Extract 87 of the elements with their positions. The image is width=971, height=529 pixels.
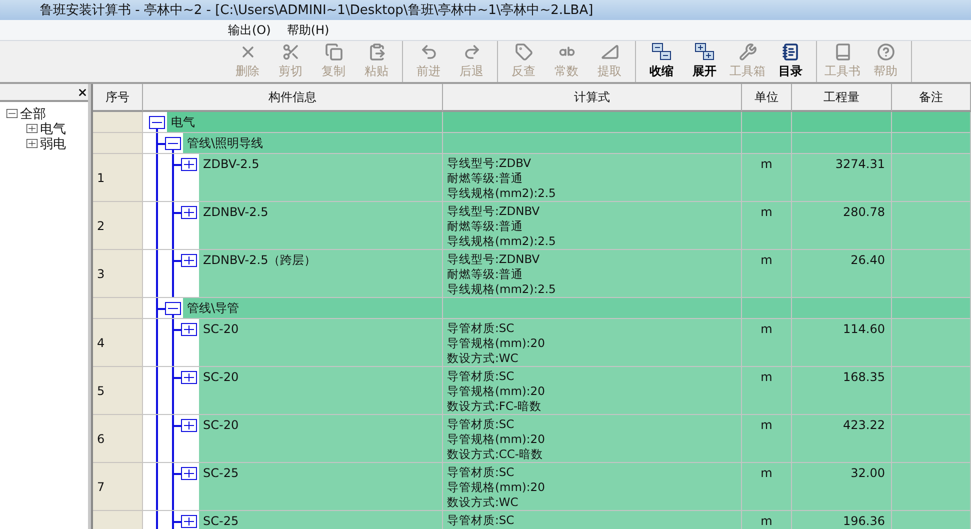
expand-box-icon[interactable] — [181, 254, 197, 267]
wrench-icon — [738, 43, 756, 61]
expand-box-icon[interactable] — [181, 158, 197, 171]
unit-cell: m — [742, 319, 792, 367]
collapse-box-icon[interactable] — [165, 302, 181, 315]
component-name: SC-20 — [199, 415, 442, 462]
unit-cell: m — [742, 463, 792, 511]
row-number: 1 — [93, 154, 143, 202]
expand-box-icon[interactable] — [181, 371, 197, 384]
quantity-cell: 26.40 — [792, 250, 892, 298]
formula-cell: 导线型号:ZDNBV 耐燃等级:普通 导线规格(mm2):2.5 — [443, 202, 742, 250]
toolbar-button[interactable]: 展开 — [683, 41, 726, 82]
row-number: 2 — [93, 202, 143, 250]
unit-cell: m — [742, 511, 792, 529]
expand-icon — [694, 43, 714, 61]
toolbar-button[interactable]: 目录 — [769, 41, 812, 82]
component-name: SC-25 — [199, 463, 442, 510]
row-number: 6 — [93, 415, 143, 463]
collapse-box-icon[interactable] — [6, 109, 18, 118]
component-name: SC-20 — [199, 319, 442, 366]
redo-arrow-icon — [462, 43, 480, 61]
tag-icon — [514, 43, 532, 61]
unit-cell — [742, 133, 792, 154]
toolbar-button[interactable]: 收缩 — [640, 41, 683, 82]
quantity-cell: 32.00 — [792, 463, 892, 511]
expand-box-icon[interactable] — [181, 467, 197, 480]
component-name: ZDBV-2.5 — [199, 154, 442, 201]
row-number: 3 — [93, 250, 143, 298]
component-name: SC-20 — [199, 367, 442, 414]
expand-box-icon[interactable] — [181, 206, 197, 219]
tree-item[interactable]: 弱电 — [40, 134, 66, 152]
component-name: ZDNBV-2.5 — [199, 202, 442, 249]
window-title: 鲁班安装计算书 - 亭林中~2 - [C:\Users\ADMINI~1\Desktop\鲁班\亭林中~1\亭林中~2.LBA] — [40, 2, 594, 19]
component-name: 管线\照明导线 — [183, 133, 442, 153]
component-name: ZDNBV-2.5（跨层） — [199, 250, 442, 297]
row-number: 7 — [93, 463, 143, 511]
clipboard-icon — [368, 43, 386, 61]
unit-cell — [742, 112, 792, 133]
notebook-icon — [782, 43, 800, 61]
column-header[interactable]: 构件信息 — [143, 84, 443, 112]
expand-box-icon[interactable] — [181, 515, 197, 528]
column-header[interactable]: 备注 — [892, 84, 971, 112]
component-name: SC-25 — [199, 511, 442, 529]
collapse-box-icon[interactable] — [165, 137, 181, 150]
quantity-cell: 196.36 — [792, 511, 892, 529]
formula-cell: 导管材质:SC 导管规格(mm):20 数设方式:CC-暗数 — [443, 415, 742, 463]
unit-cell: m — [742, 415, 792, 463]
collapse-icon — [652, 43, 672, 61]
unit-cell — [742, 298, 792, 319]
unit-cell: m — [742, 202, 792, 250]
collapse-box-icon[interactable] — [149, 116, 165, 129]
scissors-icon — [282, 43, 300, 61]
formula-cell: 导线型号:ZDNBV 耐燃等级:普通 导线规格(mm2):2.5 — [443, 250, 742, 298]
formula-cell: 导管材质:SC 导管规格(mm):20 数设方式:WC — [443, 463, 742, 511]
undo-arrow-icon — [420, 43, 438, 61]
expand-box-icon[interactable] — [181, 419, 197, 432]
component-name: 电气 — [167, 112, 442, 132]
menu-item[interactable]: 输出(O) — [222, 20, 277, 40]
menu-item[interactable]: 帮助(H) — [280, 20, 336, 40]
row-number: 5 — [93, 367, 143, 415]
column-header[interactable]: 计算式 — [443, 84, 742, 112]
tree-item[interactable]: 电气 — [40, 120, 66, 138]
column-header[interactable]: 单位 — [742, 84, 792, 112]
quantity-cell: 168.35 — [792, 367, 892, 415]
help-icon — [876, 43, 894, 61]
quantity-cell: 3274.31 — [792, 154, 892, 202]
row-number: 4 — [93, 319, 143, 367]
unit-cell: m — [742, 154, 792, 202]
formula-cell: 导管材质:SC 导管规格(mm):20 数设方式:FC-暗数 — [443, 367, 742, 415]
unit-cell: m — [742, 367, 792, 415]
column-header[interactable]: 序号 — [93, 84, 143, 112]
copy-icon — [324, 43, 342, 61]
quantity-cell: 114.60 — [792, 319, 892, 367]
quantity-cell: 280.78 — [792, 202, 892, 250]
formula-cell: 导管材质:SC 导管规格(mm):20 数设方式:WC — [443, 319, 742, 367]
tree-item[interactable]: 全部 — [20, 104, 46, 122]
formula-cell: 导线型号:ZDBV 耐燃等级:普通 导线规格(mm2):2.5 — [443, 154, 742, 202]
quantity-cell: 423.22 — [792, 415, 892, 463]
expand-box-icon[interactable] — [181, 323, 197, 336]
component-name: 管线\导管 — [183, 298, 442, 318]
unit-cell: m — [742, 250, 792, 298]
close-icon[interactable] — [77, 86, 88, 98]
expand-box-icon[interactable] — [26, 124, 38, 133]
formula-cell: 导管材质:SC — [443, 511, 742, 529]
column-header[interactable]: 工程量 — [792, 84, 892, 112]
book-icon — [834, 43, 852, 61]
expand-box-icon[interactable] — [26, 139, 38, 148]
